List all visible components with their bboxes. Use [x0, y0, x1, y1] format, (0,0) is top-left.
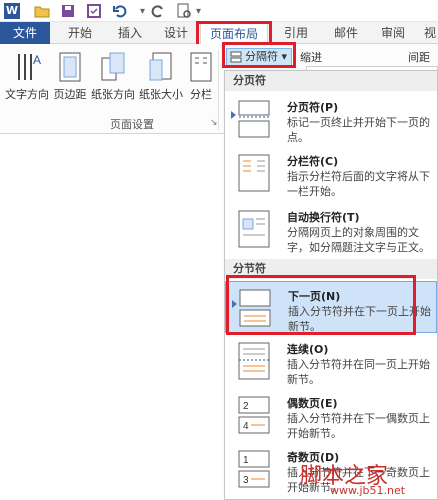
svg-text:A: A	[33, 53, 41, 67]
print-preview-icon[interactable]	[176, 3, 192, 19]
folder-icon[interactable]	[34, 3, 50, 19]
menu-item-continuous[interactable]: 连续(O) 插入分节符并在同一页上开始新节。	[225, 335, 437, 391]
menu-item-page-break[interactable]: 分页符(P) 标记一页终止并开始下一页的点。	[225, 93, 437, 153]
tab-file[interactable]: 文件	[0, 22, 50, 44]
size-label: 纸张大小	[139, 88, 183, 101]
undo-dropdown-icon[interactable]: ▾	[140, 6, 145, 17]
page-break-icon	[238, 100, 270, 138]
redo-icon[interactable]	[150, 3, 166, 19]
margins-icon	[59, 52, 81, 82]
undo-icon[interactable]	[112, 3, 128, 19]
tab-references[interactable]: 引用	[278, 22, 314, 44]
menu-item-column-break[interactable]: 分栏符(C) 指示分栏符后面的文字将从下一栏开始。	[225, 147, 437, 203]
menu-item-desc: 指示分栏符后面的文字将从下一栏开始。	[287, 170, 430, 198]
columns-label: 分栏	[190, 88, 212, 101]
size-button[interactable]: 纸张大小	[138, 50, 184, 102]
menu-item-desc: 插入分节符并在下一偶数页上开始新节。	[287, 412, 430, 440]
menu-item-title: 连续(O)	[287, 343, 329, 356]
save-icon[interactable]	[60, 3, 76, 19]
text-direction-label: 文字方向	[5, 88, 49, 101]
tab-view[interactable]: 视	[422, 22, 438, 44]
svg-text:1: 1	[243, 455, 249, 466]
indent-label: 缩进	[300, 51, 322, 64]
tab-insert[interactable]: 插入	[110, 22, 150, 44]
menu-item-desc: 分隔网页上的对象周围的文字，如分隔题注文字与正文。	[287, 226, 430, 254]
svg-text:4: 4	[243, 421, 249, 432]
watermark-url: www.jb51.net	[330, 484, 406, 497]
spacing-label: 间距	[408, 51, 430, 64]
odd-page-icon: 1 3	[238, 450, 270, 488]
text-direction-icon: A	[18, 53, 41, 80]
menu-item-even-page[interactable]: 2 4 偶数页(E) 插入分节符并在下一偶数页上开始新节。	[225, 389, 437, 445]
svg-text:3: 3	[243, 475, 249, 486]
orientation-button[interactable]: 纸张方向	[90, 50, 136, 102]
columns-icon	[190, 52, 212, 82]
margins-label: 页边距	[53, 88, 87, 101]
text-direction-button[interactable]: A 文字方向	[4, 50, 50, 102]
continuous-icon	[238, 342, 270, 380]
menu-item-desc: 插入分节符并在同一页上开始新节。	[287, 358, 430, 386]
menu-item-title: 分页符(P)	[287, 101, 339, 114]
svg-text:2: 2	[243, 401, 249, 412]
columns-button[interactable]: 分栏	[186, 50, 216, 102]
dialog-launcher-icon[interactable]: ↘	[210, 118, 218, 128]
format-icon[interactable]	[86, 3, 102, 19]
document-canvas[interactable]	[0, 134, 224, 500]
menu-item-title: 偶数页(E)	[287, 397, 338, 410]
menu-item-text-wrapping-break[interactable]: 自动换行符(T) 分隔网页上的对象周围的文字，如分隔题注文字与正文。	[225, 203, 437, 259]
tab-design[interactable]: 设计	[158, 22, 194, 44]
menu-item-title: 自动换行符(T)	[287, 211, 360, 224]
next-page-highlight-box	[226, 275, 416, 335]
pointer-icon	[231, 111, 236, 119]
word-logo-icon: W	[4, 3, 20, 19]
orientation-label: 纸张方向	[91, 88, 135, 101]
margins-button[interactable]: 页边距	[52, 50, 88, 102]
text-wrapping-break-icon	[238, 210, 270, 248]
column-break-icon	[238, 154, 270, 192]
menu-item-desc: 标记一页终止并开始下一页的点。	[287, 116, 430, 144]
breaks-highlight-box	[222, 42, 296, 68]
size-icon	[149, 52, 172, 81]
tab-mailings[interactable]: 邮件	[328, 22, 364, 44]
menu-item-title: 分栏符(C)	[287, 155, 339, 168]
tab-review[interactable]: 审阅	[375, 22, 411, 44]
page-breaks-header: 分页符	[225, 71, 437, 91]
even-page-icon: 2 4	[238, 396, 270, 434]
tab-home[interactable]: 开始	[60, 22, 100, 44]
quick-access-toolbar: W ▾ ▾	[0, 0, 438, 22]
page-setup-group-label: 页面设置	[110, 118, 154, 131]
orientation-icon	[101, 52, 125, 81]
customize-qat-icon[interactable]: ▾	[196, 6, 201, 17]
group-divider	[218, 50, 219, 130]
